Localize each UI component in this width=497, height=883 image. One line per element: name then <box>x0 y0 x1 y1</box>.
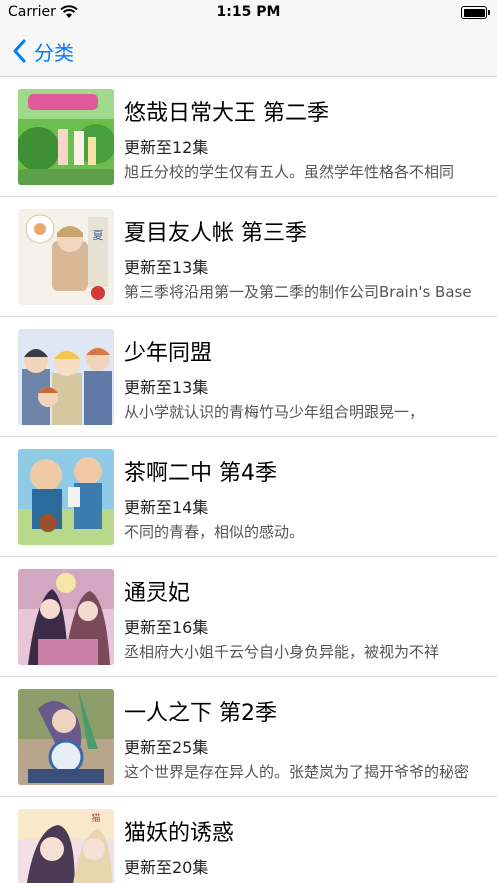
item-title: 夏目友人帐 第三季 <box>124 221 307 246</box>
item-title: 少年同盟 <box>124 341 213 366</box>
navigation-bar: 分类 <box>0 26 497 77</box>
back-label: 分类 <box>34 40 74 65</box>
anime-list: 悠哉日常大王 第二季 更新至12集 旭丘分校的学生仅有五人。虽然学年性格各不相同… <box>0 77 497 883</box>
item-update-status: 更新至13集 <box>124 258 209 277</box>
item-description: 从小学就认识的青梅竹马少年组合明跟晃一， <box>124 403 425 421</box>
clock: 1:15 PM <box>216 4 281 20</box>
item-update-status: 更新至14集 <box>124 498 209 517</box>
list-item[interactable]: 茶啊二中 第4季 更新至14集 不同的青春，相似的感动。 <box>0 437 497 557</box>
item-title: 一人之下 第2季 <box>124 701 277 726</box>
list-item[interactable]: 猫 猫妖的诱惑 更新至20集 <box>0 797 497 883</box>
cover-image: 夏 <box>18 209 114 305</box>
svg-text:猫: 猫 <box>91 812 100 824</box>
item-description: 丞相府大小姐千云兮自小身负异能，被视为不祥 <box>124 643 440 661</box>
item-description: 第三季将沿用第一及第二季的制作公司Brain's Base <box>124 283 472 301</box>
item-description: 这个世界是存在异人的。张楚岚为了揭开爷爷的秘密 <box>124 763 470 781</box>
item-update-status: 更新至16集 <box>124 618 209 637</box>
svg-text:夏: 夏 <box>93 229 104 242</box>
status-bar: Carrier 1:15 PM <box>0 0 497 26</box>
item-title: 通灵妃 <box>124 581 191 606</box>
item-description: 不同的青春，相似的感动。 <box>124 523 305 541</box>
cover-image: 猫 <box>18 809 114 883</box>
item-title: 茶啊二中 第4季 <box>124 461 277 486</box>
item-update-status: 更新至20集 <box>124 858 209 877</box>
battery-icon <box>461 6 490 19</box>
item-title: 猫妖的诱惑 <box>124 821 235 846</box>
cover-image <box>18 449 114 545</box>
list-item[interactable]: 夏 夏目友人帐 第三季 更新至13集 第三季将沿用第一及第二季的制作公司Brai… <box>0 197 497 317</box>
item-title: 悠哉日常大王 第二季 <box>124 101 329 126</box>
back-button[interactable]: 分类 <box>12 36 74 66</box>
cover-image <box>18 89 114 185</box>
list-item[interactable]: 一人之下 第2季 更新至25集 这个世界是存在异人的。张楚岚为了揭开爷爷的秘密 <box>0 677 497 797</box>
item-description: 旭丘分校的学生仅有五人。虽然学年性格各不相同 <box>124 163 455 181</box>
cover-image <box>18 689 114 785</box>
cover-image <box>18 329 114 425</box>
cover-image <box>18 569 114 665</box>
list-item[interactable]: 通灵妃 更新至16集 丞相府大小姐千云兮自小身负异能，被视为不祥 <box>0 557 497 677</box>
item-update-status: 更新至25集 <box>124 738 209 757</box>
list-item[interactable]: 少年同盟 更新至13集 从小学就认识的青梅竹马少年组合明跟晃一， <box>0 317 497 437</box>
item-update-status: 更新至12集 <box>124 138 209 157</box>
list-item[interactable]: 悠哉日常大王 第二季 更新至12集 旭丘分校的学生仅有五人。虽然学年性格各不相同 <box>0 77 497 197</box>
item-update-status: 更新至13集 <box>124 378 209 397</box>
chevron-left-icon <box>13 39 26 63</box>
